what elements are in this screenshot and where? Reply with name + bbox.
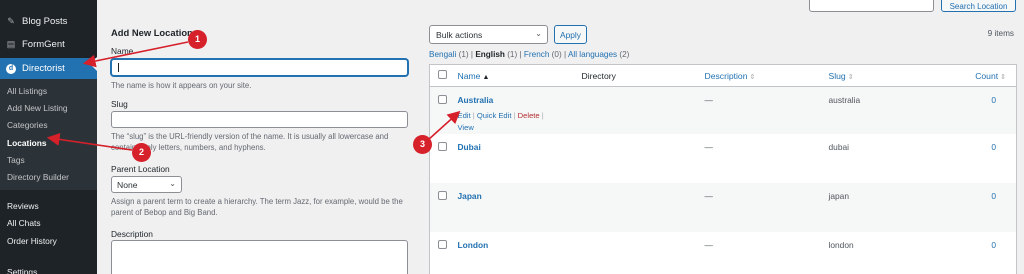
arrow-2 — [46, 133, 133, 151]
callout-1: 1 — [188, 30, 207, 49]
arrow-3 — [427, 110, 461, 141]
callout-2: 2 — [132, 143, 151, 162]
callout-3: 3 — [413, 135, 432, 154]
annotation-arrows — [46, 41, 461, 151]
arrow-1 — [82, 41, 189, 68]
